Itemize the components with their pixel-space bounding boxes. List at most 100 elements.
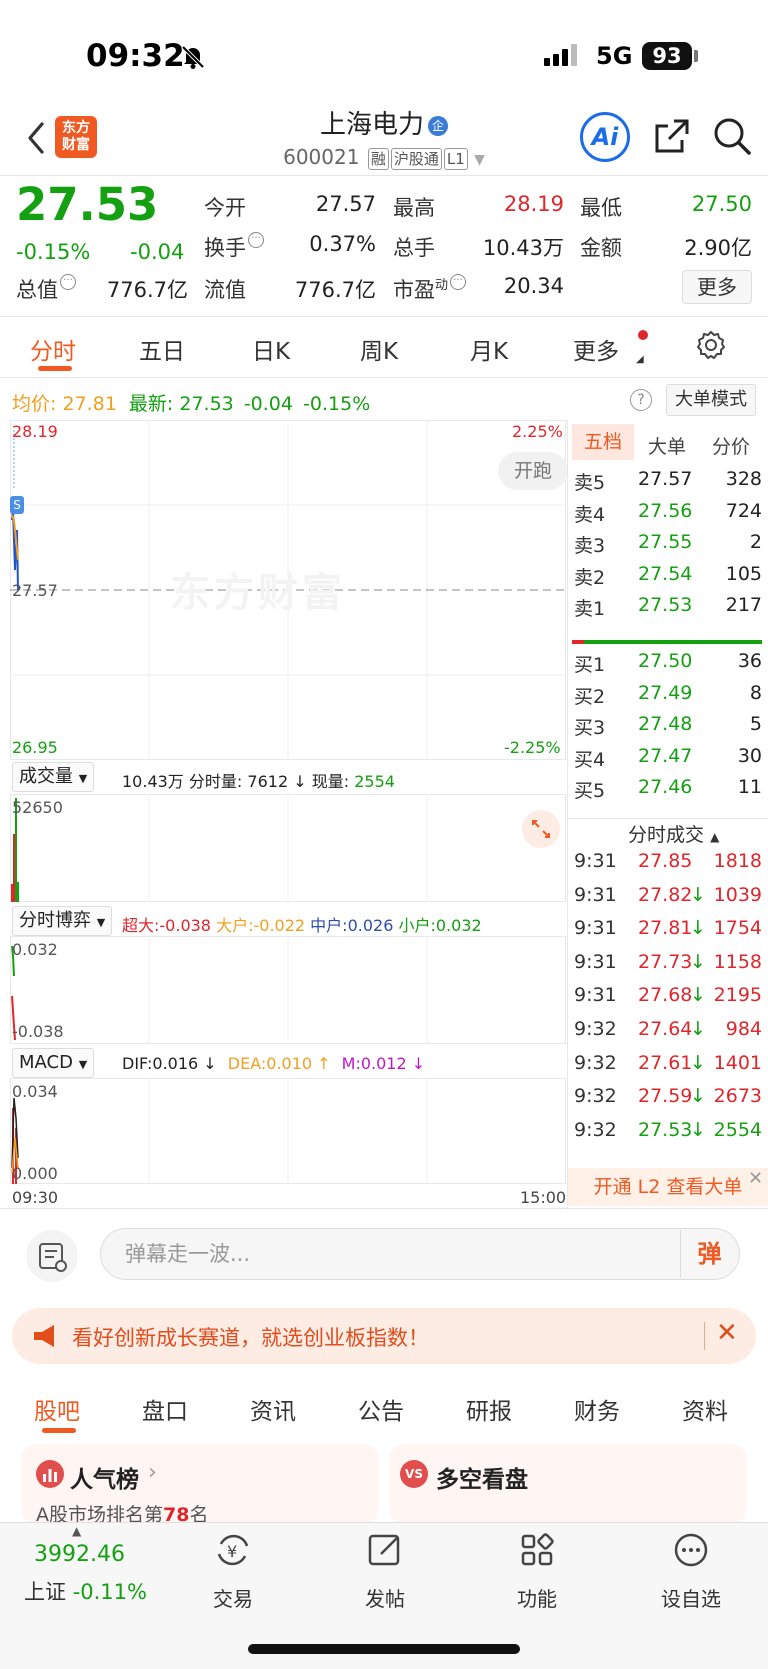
- order-price: 27.48: [638, 713, 693, 735]
- tab-big-orders[interactable]: 大单: [648, 432, 686, 459]
- tab-intraday[interactable]: 分时: [30, 332, 76, 366]
- index-name: 上证: [24, 1580, 66, 1604]
- turnover-value: 0.37%: [309, 232, 376, 256]
- tick-time: 9:31: [574, 850, 617, 872]
- share-icon[interactable]: [652, 116, 692, 156]
- order-row[interactable]: 买2 27.49 8: [574, 682, 762, 708]
- danmu-button[interactable]: 弹: [680, 1230, 738, 1278]
- index-quote[interactable]: 上证 -0.11%: [24, 1576, 147, 1606]
- tick-volume: 1818: [713, 850, 762, 872]
- stock-code: 600021: [283, 145, 360, 169]
- nav-functions[interactable]: 功能: [492, 1530, 582, 1612]
- stock-name: 上海电力: [319, 110, 424, 140]
- tab-order-book[interactable]: 五档: [572, 424, 634, 460]
- game-info: 超大:-0.038 大户:-0.022 中户:0.026 小户:0.032: [122, 912, 482, 936]
- danmu-input[interactable]: 弹幕走一波...: [100, 1228, 740, 1280]
- close-icon[interactable]: ✕: [748, 1168, 763, 1189]
- tab-more[interactable]: 更多: [573, 332, 619, 366]
- order-row[interactable]: 卖1 27.53 217: [574, 594, 762, 620]
- expand-icon[interactable]: [522, 810, 560, 848]
- macd-chart[interactable]: [10, 1078, 566, 1184]
- tick-row[interactable]: 9:31 27.85 1818: [574, 850, 762, 876]
- down-arrow-icon: ↓: [293, 772, 307, 791]
- y-min-label: 26.95: [12, 738, 58, 757]
- small-label: 小户:: [398, 916, 436, 935]
- order-row[interactable]: 卖4 27.56 724: [574, 500, 762, 526]
- tick-price: 27.82: [638, 883, 693, 906]
- index-value[interactable]: 3992.46: [34, 1542, 125, 1567]
- order-row[interactable]: 买4 27.47 30: [574, 745, 762, 771]
- tab-market-depth[interactable]: 盘口: [142, 1392, 188, 1426]
- order-row[interactable]: 卖5 27.57 328: [574, 468, 762, 494]
- comment-settings-icon[interactable]: [26, 1230, 78, 1282]
- caret-down-icon: ▼: [78, 772, 88, 785]
- order-row[interactable]: 买1 27.50 36: [574, 650, 762, 676]
- vs-icon: VS: [400, 1460, 428, 1488]
- tick-row[interactable]: 9:32 27.53 ↓ 2554: [574, 1119, 762, 1145]
- tab-profile[interactable]: 资料: [682, 1392, 728, 1426]
- pe-label[interactable]: 市盈动 ···: [393, 274, 467, 304]
- tick-price: 27.64: [638, 1018, 693, 1040]
- order-row[interactable]: 卖3 27.55 2: [574, 531, 762, 557]
- xl-label: 超大:: [122, 916, 160, 935]
- change-percent: -0.15%: [16, 240, 91, 264]
- run-button[interactable]: 开跑: [498, 452, 568, 490]
- nav-add-watchlist[interactable]: 设自选: [646, 1530, 736, 1612]
- order-row[interactable]: 卖2 27.54 105: [574, 563, 762, 589]
- tab-monthly-k[interactable]: 月K: [470, 332, 508, 366]
- help-icon[interactable]: ?: [630, 389, 652, 411]
- nav-trade-label: 交易: [213, 1587, 253, 1611]
- sell-marker-icon[interactable]: S: [10, 496, 24, 514]
- tick-time: 9:32: [574, 1018, 617, 1040]
- change-amount: -0.04: [130, 240, 185, 264]
- ai-icon[interactable]: Ai: [580, 112, 630, 162]
- latest-pct: -0.15%: [303, 393, 371, 415]
- order-level-label: 买4: [574, 748, 606, 771]
- order-volume: 5: [749, 713, 762, 735]
- tick-price: 27.81: [638, 917, 693, 940]
- nav-post[interactable]: 发帖: [340, 1530, 430, 1612]
- tick-row[interactable]: 9:32 27.59 ↓ 2673: [574, 1085, 762, 1111]
- tick-row[interactable]: 9:32 27.64 ↓ 984: [574, 1018, 762, 1044]
- volume-indicator-select[interactable]: 成交量 ▼: [12, 762, 95, 792]
- settings-gear-icon[interactable]: [696, 330, 726, 360]
- tick-row[interactable]: 9:32 27.61 ↓ 1401: [574, 1052, 762, 1078]
- volume-label: 总手: [393, 236, 435, 260]
- tab-five-day[interactable]: 五日: [139, 332, 185, 366]
- tick-row[interactable]: 9:31 27.68 ↓ 2195: [574, 984, 762, 1010]
- battery-icon: 93: [642, 42, 692, 70]
- tab-announcements[interactable]: 公告: [358, 1392, 404, 1426]
- tick-row[interactable]: 9:31 27.82 ↓ 1039: [574, 884, 762, 910]
- banner-close-icon[interactable]: ✕: [716, 1318, 738, 1348]
- search-icon[interactable]: [712, 116, 752, 156]
- tick-row[interactable]: 9:31 27.81 ↓ 1754: [574, 917, 762, 943]
- tick-row[interactable]: 9:31 27.73 ↓ 1158: [574, 951, 762, 977]
- divider: [568, 818, 768, 819]
- more-dots-icon: ···: [60, 274, 76, 290]
- more-button[interactable]: 更多: [682, 270, 752, 304]
- tab-forum[interactable]: 股吧: [34, 1392, 80, 1426]
- ticks-title[interactable]: 分时成交 ▲: [628, 820, 719, 847]
- capital-game-select[interactable]: 分时博弈 ▼: [12, 906, 113, 936]
- nav-trade[interactable]: ¥ 交易: [188, 1530, 278, 1612]
- big-order-mode-button[interactable]: 大单模式: [666, 384, 756, 416]
- order-volume: 217: [725, 594, 762, 616]
- time-axis-end: 15:00: [520, 1188, 567, 1207]
- capital-game-chart[interactable]: [10, 936, 566, 1044]
- volume-chart[interactable]: [10, 794, 566, 902]
- more-dots-circle-icon: [674, 1533, 708, 1567]
- tab-research[interactable]: 研报: [466, 1392, 512, 1426]
- tab-news[interactable]: 资讯: [250, 1392, 296, 1426]
- l2-upgrade-bar[interactable]: 开通 L2 查看大单: [568, 1168, 768, 1206]
- tab-weekly-k[interactable]: 周K: [360, 332, 398, 366]
- order-volume: 2: [749, 531, 762, 553]
- mktcap-label[interactable]: 总值 ···: [16, 274, 76, 304]
- order-row[interactable]: 买3 27.48 5: [574, 713, 762, 739]
- turnover-label[interactable]: 换手 ···: [204, 232, 264, 262]
- tab-daily-k[interactable]: 日K: [252, 332, 290, 366]
- order-row[interactable]: 买5 27.46 11: [574, 776, 762, 802]
- grid-apps-icon: [521, 1533, 554, 1566]
- tab-price-levels[interactable]: 分价: [712, 432, 750, 459]
- macd-select[interactable]: MACD ▼: [12, 1048, 95, 1078]
- tab-financials[interactable]: 财务: [574, 1392, 620, 1426]
